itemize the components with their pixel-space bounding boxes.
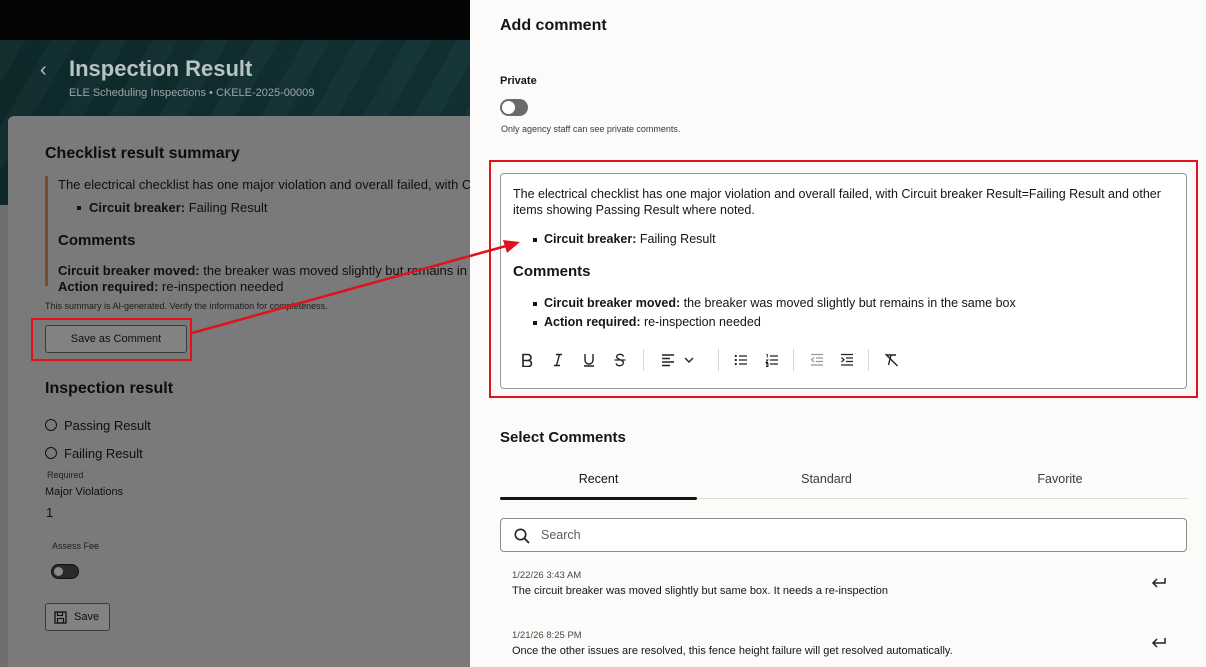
editor-toolbar: [516, 349, 916, 371]
align-icon[interactable]: [657, 349, 679, 371]
search-field: [500, 518, 1187, 552]
italic-icon[interactable]: [547, 349, 569, 371]
summary-bullet: Circuit breaker: Failing Result: [77, 200, 268, 215]
summary-paragraph: The electrical checklist has one major v…: [58, 177, 493, 192]
editor-comment-1-label: Circuit breaker moved:: [544, 296, 681, 310]
editor-paragraph: The electrical checklist has one major v…: [513, 187, 1161, 217]
search-input[interactable]: [541, 525, 1161, 545]
comment-date: 1/21/26 8:25 PM: [512, 630, 582, 641]
assess-fee-toggle[interactable]: [51, 564, 79, 579]
comments-tabs: Recent Standard Favorite: [500, 468, 1188, 500]
editor-bullet-value: Failing Result: [636, 232, 716, 246]
editor-bullet: Circuit breaker: Failing Result: [533, 232, 716, 246]
summary-bullet-value: Failing Result: [185, 200, 268, 215]
summary-bullet-label: Circuit breaker:: [89, 200, 186, 215]
strikethrough-icon[interactable]: [609, 349, 631, 371]
inspection-result-title: Inspection result: [45, 380, 174, 397]
insert-comment-icon[interactable]: [1150, 575, 1168, 591]
search-icon: [514, 528, 530, 544]
bulleted-list-icon[interactable]: [730, 349, 752, 371]
page-title: Inspection Result: [69, 56, 253, 81]
editor-comment-2: Action required: re-inspection needed: [533, 315, 761, 329]
major-violations-value: 1: [46, 505, 54, 520]
tab-favorite[interactable]: Favorite: [960, 472, 1160, 486]
failing-result-radio[interactable]: [45, 447, 57, 459]
editor-comment-1-value: the breaker was moved slightly but remai…: [680, 296, 1016, 310]
tab-standard[interactable]: Standard: [728, 472, 925, 486]
editor-bullet-label: Circuit breaker:: [544, 232, 637, 246]
summary-comment-2: Action required: re-inspection needed: [58, 279, 283, 294]
select-comments-title: Select Comments: [500, 429, 626, 446]
indent-icon[interactable]: [836, 349, 858, 371]
private-toggle[interactable]: [500, 99, 528, 116]
drawer-title: Add comment: [500, 17, 607, 34]
editor-comment-1: Circuit breaker moved: the breaker was m…: [533, 296, 1016, 310]
private-label: Private: [500, 75, 537, 87]
required-label: Required: [47, 470, 84, 480]
highlight-save-as-comment: [31, 318, 192, 361]
comment-editor[interactable]: The electrical checklist has one major v…: [500, 173, 1187, 389]
list-item: 1/21/26 8:25 PM Once the other issues ar…: [500, 630, 1188, 667]
clear-format-icon[interactable]: [880, 349, 902, 371]
summary-comment-1: Circuit breaker moved: the breaker was m…: [58, 263, 489, 278]
save-icon: [54, 611, 67, 624]
tab-recent[interactable]: Recent: [500, 472, 697, 486]
save-button-label: Save: [74, 611, 100, 623]
summary-title: Checklist result summary: [45, 145, 240, 162]
passing-result-label: Passing Result: [64, 418, 151, 433]
numbered-list-icon[interactable]: [761, 349, 783, 371]
list-item: 1/22/26 3:43 AM The circuit breaker was …: [500, 570, 1188, 620]
back-icon[interactable]: ‹: [40, 58, 60, 82]
outdent-icon[interactable]: [806, 349, 828, 371]
save-button[interactable]: Save: [45, 603, 110, 631]
add-comment-drawer: Add comment Private Only agency staff ca…: [470, 0, 1206, 667]
editor-comments-heading: Comments: [513, 263, 591, 280]
failing-result-label: Failing Result: [64, 446, 143, 461]
chevron-down-icon[interactable]: [681, 349, 697, 371]
editor-comment-2-label: Action required:: [544, 315, 641, 329]
summary-comment-2-value: re-inspection needed: [158, 279, 284, 294]
editor-comment-2-value: re-inspection needed: [640, 315, 761, 329]
bold-icon[interactable]: [516, 349, 538, 371]
private-help-text: Only agency staff can see private commen…: [501, 124, 681, 134]
underline-icon[interactable]: [578, 349, 600, 371]
summary-accent-bar: [45, 176, 48, 286]
page-subtitle: ELE Scheduling Inspections • CKELE-2025-…: [69, 87, 315, 99]
passing-result-radio[interactable]: [45, 419, 57, 431]
ai-generated-note: This summary is AI-generated. Verify the…: [45, 301, 328, 311]
active-tab-indicator: [500, 497, 697, 500]
summary-comment-1-value: the breaker was moved slightly but remai…: [199, 263, 489, 278]
insert-comment-icon[interactable]: [1150, 635, 1168, 651]
assess-fee-label: Assess Fee: [52, 541, 100, 551]
summary-comment-1-label: Circuit breaker moved:: [58, 263, 200, 278]
summary-comments-heading: Comments: [58, 232, 136, 249]
comment-text: The circuit breaker was moved slightly b…: [512, 585, 889, 597]
major-violations-label: Major Violations: [45, 486, 124, 498]
comment-text: Once the other issues are resolved, this…: [512, 645, 953, 657]
summary-comment-2-label: Action required:: [58, 279, 159, 294]
comment-date: 1/22/26 3:43 AM: [512, 570, 582, 581]
